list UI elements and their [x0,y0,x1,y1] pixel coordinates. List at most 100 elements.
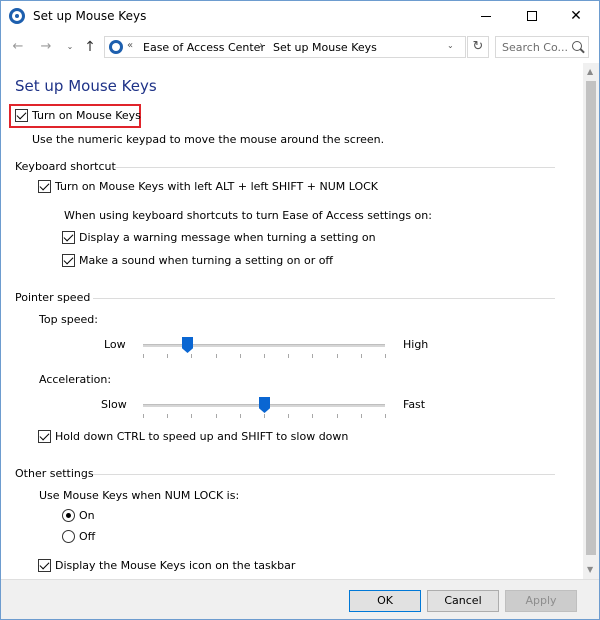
address-overflow-chevron-icon[interactable]: « [127,40,133,51]
control-panel-icon [109,40,123,54]
scroll-down-arrow-icon[interactable]: ▼ [587,565,593,574]
slider-tick [143,414,144,418]
acceleration-label: Acceleration: [39,373,112,386]
cancel-button[interactable]: Cancel [427,590,499,612]
slider-tick [385,414,386,418]
checkbox-box[interactable] [38,559,51,572]
scroll-up-arrow-icon[interactable]: ▲ [587,67,593,76]
maximize-icon [527,11,537,21]
slider-track[interactable] [143,344,385,347]
refresh-button[interactable]: ↻ [467,36,489,58]
search-input[interactable]: Search Co... [495,36,589,58]
slider-tick [288,414,289,418]
checkbox-label: Display the Mouse Keys icon on the taskb… [55,559,296,572]
top-speed-high-label: High [403,338,429,351]
settings-content: Set up Mouse Keys Turn on Mouse Keys Use… [1,63,583,579]
recent-locations-chevron-icon[interactable]: ⌄ [61,38,79,56]
slider-tick [143,354,144,358]
slider-tick [361,354,362,358]
minimize-icon [481,15,491,17]
slider-tick [337,414,338,418]
slider-tick [240,354,241,358]
refresh-icon: ↻ [472,39,484,54]
checkbox-box[interactable] [38,430,51,443]
address-dropdown-icon[interactable]: ⌄ [447,41,454,50]
breadcrumb-set-up-mouse-keys[interactable]: Set up Mouse Keys [273,41,377,54]
checkbox-box[interactable] [38,180,51,193]
numlock-label: Use Mouse Keys when NUM LOCK is: [39,489,240,502]
radio-label: Off [79,530,96,543]
minimize-button[interactable] [463,1,509,31]
slider-tick [191,354,192,358]
ease-of-access-icon [9,8,25,24]
slider-tick [216,354,217,358]
slider-tick [312,414,313,418]
checkbox-label: Turn on Mouse Keys [32,109,141,122]
section-heading-keyboard-shortcut: Keyboard shortcut [15,160,116,173]
title-bar: Set up Mouse Keys ✕ [1,1,599,31]
taskbar-icon-checkbox[interactable]: Display the Mouse Keys icon on the taskb… [38,559,295,572]
shortcut-checkbox[interactable]: Turn on Mouse Keys with left ALT + left … [38,180,378,193]
slider-tick [361,414,362,418]
slider-tick [385,354,386,358]
search-placeholder: Search Co... [502,41,568,54]
navigation-bar: ← → ⌄ ↑ « Ease of Access Center › Set up… [1,31,599,63]
slider-tick [216,414,217,418]
shortcut-intro-text: When using keyboard shortcuts to turn Ea… [64,209,432,222]
close-button[interactable]: ✕ [553,1,599,31]
slider-tick [312,354,313,358]
top-speed-low-label: Low [104,338,126,351]
acceleration-slow-label: Slow [101,398,127,411]
slider-tick [337,354,338,358]
page-title: Set up Mouse Keys [15,77,157,95]
breadcrumb-ease-of-access-center[interactable]: Ease of Access Center [143,41,265,54]
radio-label: On [79,509,95,522]
section-divider [93,474,555,475]
dialog-window: Set up Mouse Keys ✕ ← → ⌄ ↑ « Ease of Ac… [0,0,600,620]
scroll-thumb[interactable] [586,81,596,555]
breadcrumb-separator-icon[interactable]: › [259,40,263,51]
slider-tick [240,414,241,418]
mouse-keys-description: Use the numeric keypad to move the mouse… [32,133,385,146]
slider-thumb[interactable] [182,337,193,353]
search-icon [572,41,582,51]
checkbox-label: Make a sound when turning a setting on o… [79,254,334,267]
slider-tick [167,414,168,418]
maximize-button[interactable] [509,1,555,31]
slider-tick [167,354,168,358]
top-speed-label: Top speed: [39,313,98,326]
dialog-footer: OK Cancel Apply [1,579,599,619]
vertical-scrollbar[interactable]: ▲ ▼ [583,63,599,579]
slider-tick [264,354,265,358]
checkbox-label: Hold down CTRL to speed up and SHIFT to … [55,430,349,443]
acceleration-fast-label: Fast [403,398,426,411]
up-arrow-icon[interactable]: ↑ [81,38,99,56]
ok-button[interactable]: OK [349,590,421,612]
apply-button[interactable]: Apply [505,590,577,612]
slider-tick [264,414,265,418]
slider-tick [288,354,289,358]
checkbox-box[interactable] [62,254,75,267]
checkbox-box[interactable] [15,109,28,122]
radio-button[interactable] [62,509,75,522]
warning-message-checkbox[interactable]: Display a warning message when turning a… [62,231,376,244]
window-title: Set up Mouse Keys [33,9,147,23]
section-divider [93,298,555,299]
section-heading-pointer-speed: Pointer speed [15,291,91,304]
radio-button[interactable] [62,530,75,543]
checkbox-label: Turn on Mouse Keys with left ALT + left … [55,180,379,193]
sound-checkbox[interactable]: Make a sound when turning a setting on o… [62,254,333,267]
forward-arrow-icon[interactable]: → [37,38,55,56]
slider-tick [191,414,192,418]
numlock-on-radio[interactable]: On [62,509,95,522]
section-divider [115,167,555,168]
close-icon: ✕ [570,8,582,24]
numlock-off-radio[interactable]: Off [62,530,95,543]
checkbox-box[interactable] [62,231,75,244]
turn-on-mouse-keys-checkbox[interactable]: Turn on Mouse Keys [15,109,141,122]
address-bar[interactable]: « Ease of Access Center › Set up Mouse K… [104,36,466,58]
section-heading-other-settings: Other settings [15,467,94,480]
back-arrow-icon[interactable]: ← [9,38,27,56]
slider-thumb[interactable] [259,397,270,413]
ctrl-shift-speed-checkbox[interactable]: Hold down CTRL to speed up and SHIFT to … [38,430,348,443]
